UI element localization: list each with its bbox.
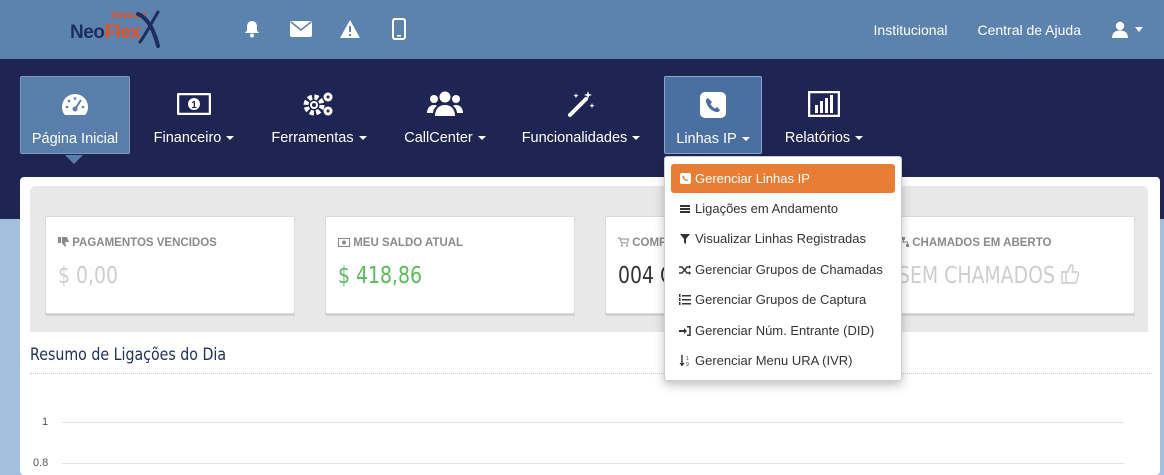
- summary-panel: PAGAMENTOS VENCIDOS $ 0,00 MEU SALDO ATU…: [30, 186, 1148, 332]
- card-meu-saldo[interactable]: MEU SALDO ATUAL $ 418,86: [325, 216, 575, 314]
- dropdown-item-num-entrante[interactable]: Gerenciar Núm. Entrante (DID): [671, 316, 895, 345]
- user-menu[interactable]: [1111, 21, 1143, 39]
- dropdown-item-gerenciar-linhas-ip[interactable]: Gerenciar Linhas IP: [671, 164, 895, 193]
- gears-icon: [302, 86, 336, 122]
- dropdown-item-grupos-captura[interactable]: Gerenciar Grupos de Captura: [671, 285, 895, 314]
- brand-x-icon: [136, 10, 160, 48]
- user-icon: [1112, 21, 1128, 38]
- nav-financeiro[interactable]: 1 Financeiro: [145, 76, 243, 154]
- active-nav-pointer: [65, 155, 83, 164]
- dashboard-icon: [59, 87, 91, 123]
- phone-square-icon: [679, 173, 691, 185]
- nav-label: Linhas IP: [676, 131, 737, 147]
- dropdown-item-label: Gerenciar Grupos de Chamadas: [695, 262, 883, 277]
- magic-wand-icon: [566, 86, 596, 122]
- money-icon: 1: [177, 86, 211, 122]
- brand-name: NeoFlex: [70, 22, 141, 43]
- nav-ferramentas[interactable]: Ferramentas: [262, 76, 376, 154]
- caret-down-icon: [741, 137, 750, 142]
- dropdown-item-label: Gerenciar Menu URA (IVR): [695, 353, 853, 368]
- dropdown-item-label: Gerenciar Grupos de Captura: [695, 292, 867, 307]
- caret-down-icon: [358, 136, 367, 141]
- thumbs-down-icon: [58, 237, 69, 247]
- sign-in-icon: [679, 325, 691, 337]
- card-title: CHAMADOS EM ABERTO: [912, 237, 1052, 249]
- cart-icon: [618, 237, 630, 247]
- shuffle-icon: [679, 264, 691, 276]
- help-center-link[interactable]: Central de Ajuda: [977, 22, 1081, 38]
- calls-chart: 1 0.8: [20, 402, 1160, 475]
- money-icon: [338, 238, 350, 247]
- card-title: COMP: [632, 237, 667, 249]
- users-icon: [427, 86, 463, 122]
- dropdown-item-grupos-chamadas[interactable]: Gerenciar Grupos de Chamadas: [671, 255, 895, 284]
- chevron-down-icon: [1135, 27, 1143, 32]
- card-value: $ 0,00: [58, 263, 118, 289]
- top-icon-group: [240, 17, 436, 41]
- warning-icon[interactable]: [338, 17, 362, 41]
- brand-logo[interactable]: Telecom NeoFlex: [70, 8, 165, 50]
- nav-label: Ferramentas: [271, 130, 354, 146]
- institucional-link[interactable]: Institucional: [874, 22, 948, 38]
- stack-icon: [679, 203, 691, 215]
- nav-linhas-ip[interactable]: Linhas IP: [664, 76, 762, 154]
- gridline: [62, 422, 1124, 423]
- caret-down-icon: [226, 136, 235, 141]
- y-tick-1: 1: [42, 416, 49, 428]
- filter-icon: [679, 233, 691, 245]
- nav-label: Financeiro: [153, 130, 222, 146]
- mobile-icon[interactable]: [387, 17, 411, 41]
- nav-label: Página Inicial: [31, 131, 119, 147]
- card-pagamentos-vencidos[interactable]: PAGAMENTOS VENCIDOS $ 0,00: [45, 216, 295, 314]
- nav-label: Funcionalidades: [521, 130, 628, 146]
- nav-pagina-inicial[interactable]: Página Inicial: [20, 76, 130, 154]
- dropdown-item-label: Ligações em Andamento: [695, 201, 839, 216]
- nav-label: Relatórios: [784, 130, 851, 146]
- top-bar: Telecom NeoFlex Institucional Central de…: [0, 0, 1164, 59]
- svg-text:9: 9: [686, 362, 689, 367]
- list-ol-icon: [679, 294, 691, 306]
- sort-numeric-icon: 19: [679, 354, 691, 367]
- envelope-icon[interactable]: [289, 17, 313, 41]
- gridline: [62, 463, 1124, 464]
- y-tick-2: 0.8: [33, 457, 49, 469]
- section-divider: [30, 373, 1152, 374]
- card-title: PAGAMENTOS VENCIDOS: [72, 237, 217, 249]
- bar-chart-icon: [808, 86, 840, 122]
- dropdown-item-menu-ura[interactable]: 19 Gerenciar Menu URA (IVR): [671, 346, 895, 375]
- nav-relatorios[interactable]: Relatórios: [776, 76, 872, 154]
- dropdown-item-visualizar-linhas[interactable]: Visualizar Linhas Registradas: [671, 224, 895, 253]
- dropdown-item-label: Gerenciar Núm. Entrante (DID): [695, 323, 875, 338]
- svg-text:1: 1: [191, 100, 197, 111]
- nav-callcenter[interactable]: CallCenter: [395, 76, 495, 154]
- nav-label: CallCenter: [404, 130, 473, 146]
- caret-down-icon: [632, 136, 641, 141]
- top-links: Institucional Central de Ajuda: [874, 0, 1164, 59]
- card-title: MEU SALDO ATUAL: [353, 237, 464, 249]
- linhas-ip-dropdown: Gerenciar Linhas IP Ligações em Andament…: [664, 156, 902, 381]
- dropdown-item-label: Gerenciar Linhas IP: [695, 171, 810, 186]
- section-title: Resumo de Ligações do Dia: [30, 345, 227, 364]
- phone-square-icon: [700, 87, 726, 123]
- card-value: SEM CHAMADOS: [898, 263, 1055, 289]
- card-chamados-aberto[interactable]: CHAMADOS EM ABERTO SEM CHAMADOS: [885, 216, 1135, 314]
- nav-funcionalidades[interactable]: Funcionalidades: [512, 76, 650, 154]
- bell-icon[interactable]: [240, 17, 264, 41]
- dropdown-item-label: Visualizar Linhas Registradas: [695, 231, 867, 246]
- thumbs-up-icon: [1061, 264, 1080, 284]
- caret-down-icon: [855, 136, 864, 141]
- main-content: PAGAMENTOS VENCIDOS $ 0,00 MEU SALDO ATU…: [20, 177, 1160, 475]
- card-value: $ 418,86: [338, 263, 422, 289]
- caret-down-icon: [477, 136, 486, 141]
- dropdown-item-ligacoes-andamento[interactable]: Ligações em Andamento: [671, 194, 895, 223]
